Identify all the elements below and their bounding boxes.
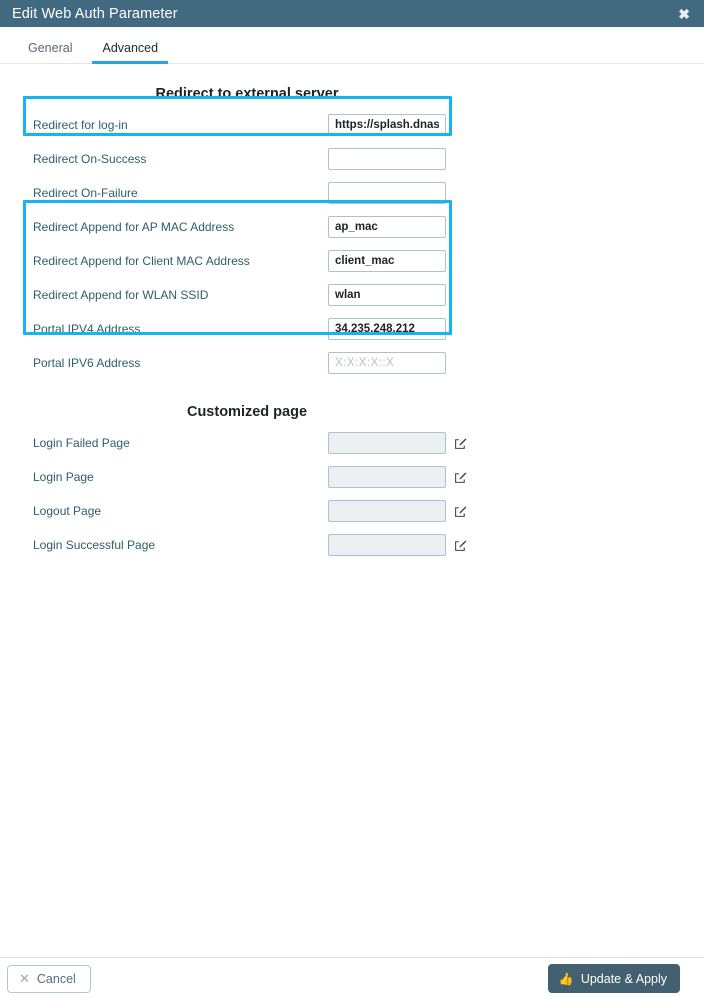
field-label-logout-page: Logout Page (33, 504, 102, 518)
field-row-login-failed-page: Login Failed Page (0, 426, 704, 460)
tab-advanced[interactable]: Advanced (92, 41, 168, 64)
append-client-mac-input[interactable] (328, 250, 446, 272)
field-label-append-ap-mac: Redirect Append for AP MAC Address (33, 220, 235, 234)
field-label-login-page: Login Page (33, 470, 94, 484)
login-failed-page-input[interactable] (328, 432, 446, 454)
field-row-append-ap-mac: Redirect Append for AP MAC Address (0, 210, 704, 244)
field-label-portal-ipv4: Portal IPV4 Address (33, 322, 141, 336)
update-apply-button[interactable]: 👍 Update & Apply (547, 964, 680, 993)
redirect-login-input[interactable] (328, 114, 446, 136)
field-row-login-successful-page: Login Successful Page (0, 528, 704, 562)
field-row-append-wlan-ssid: Redirect Append for WLAN SSID (0, 278, 704, 312)
field-label-login-failed-page: Login Failed Page (33, 436, 130, 450)
portal-ipv6-input[interactable] (328, 352, 446, 374)
close-x-icon: ✕ (19, 971, 30, 986)
field-label-redirect-failure: Redirect On-Failure (33, 186, 138, 200)
dialog-titlebar: Edit Web Auth Parameter ✖ (0, 0, 704, 27)
tab-general[interactable]: General (18, 41, 82, 63)
redirect-failure-input[interactable] (328, 182, 446, 204)
dialog-body: Redirect to external server Redirect for… (0, 64, 704, 562)
field-row-logout-page: Logout Page (0, 494, 704, 528)
cancel-button[interactable]: ✕ Cancel (7, 964, 91, 993)
field-label-portal-ipv6: Portal IPV6 Address (33, 356, 141, 370)
field-label-redirect-success: Redirect On-Success (33, 152, 147, 166)
login-page-input[interactable] (328, 466, 446, 488)
thumbs-up-icon: 👍 (558, 971, 574, 986)
login-successful-page-input[interactable] (328, 534, 446, 556)
dialog-title: Edit Web Auth Parameter (12, 5, 178, 22)
field-label-login-successful-page: Login Successful Page (33, 538, 156, 552)
append-ap-mac-input[interactable] (328, 216, 446, 238)
cancel-button-label: Cancel (36, 971, 76, 986)
edit-icon[interactable] (454, 471, 467, 484)
tab-bar: General Advanced (0, 27, 704, 64)
logout-page-input[interactable] (328, 500, 446, 522)
field-row-append-client-mac: Redirect Append for Client MAC Address (0, 244, 704, 278)
dialog-footer: ✕ Cancel 👍 Update & Apply (0, 957, 704, 999)
close-icon[interactable]: ✖ (674, 5, 694, 23)
edit-icon[interactable] (454, 437, 467, 450)
update-apply-button-label: Update & Apply (580, 971, 667, 986)
edit-icon[interactable] (454, 539, 467, 552)
field-row-portal-ipv4: Portal IPV4 Address (0, 312, 704, 346)
redirect-success-input[interactable] (328, 148, 446, 170)
field-row-login-page: Login Page (0, 460, 704, 494)
portal-ipv4-input[interactable] (328, 318, 446, 340)
field-label-redirect-login: Redirect for log-in (33, 118, 128, 132)
field-label-append-wlan-ssid: Redirect Append for WLAN SSID (33, 288, 209, 302)
field-row-redirect-failure: Redirect On-Failure (0, 176, 704, 210)
edit-icon[interactable] (454, 505, 467, 518)
section-heading-customized-page: Customized page (186, 404, 308, 420)
field-row-redirect-success: Redirect On-Success (0, 142, 704, 176)
field-row-portal-ipv6: Portal IPV6 Address (0, 346, 704, 380)
append-wlan-ssid-input[interactable] (328, 284, 446, 306)
section-heading-redirect: Redirect to external server (155, 86, 339, 102)
field-row-redirect-login: Redirect for log-in (0, 108, 704, 142)
field-label-append-client-mac: Redirect Append for Client MAC Address (33, 254, 250, 268)
